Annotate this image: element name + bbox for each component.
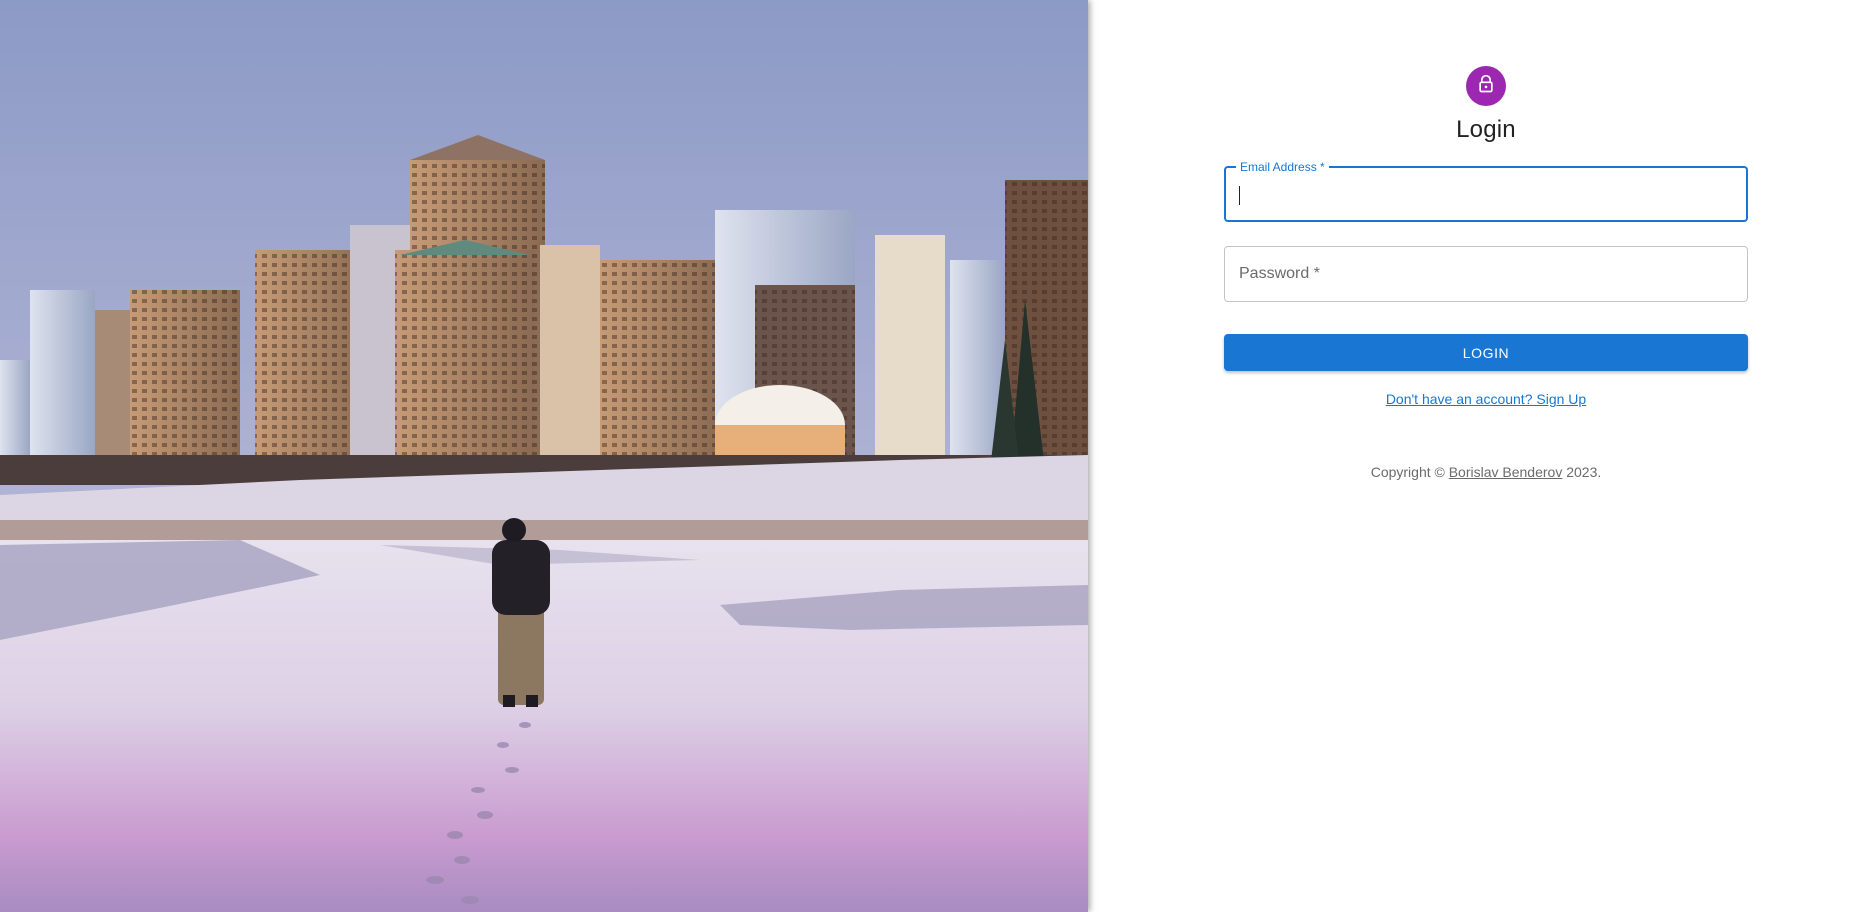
- hero-image: [0, 0, 1088, 912]
- copyright-prefix: Copyright ©: [1370, 464, 1449, 480]
- password-field[interactable]: Password *: [1224, 246, 1748, 302]
- page-title: Login: [1456, 116, 1516, 143]
- login-form: Login Email Address * Password * LOGIN D…: [1224, 66, 1748, 480]
- text-caret: [1239, 186, 1240, 205]
- signup-link[interactable]: Don't have an account? Sign Up: [1386, 391, 1586, 407]
- lock-icon: [1476, 74, 1496, 99]
- copyright-suffix: 2023.: [1562, 464, 1602, 480]
- city-skyline-illustration: [0, 0, 1088, 912]
- password-input[interactable]: [1225, 247, 1747, 301]
- email-input[interactable]: [1226, 168, 1746, 220]
- copyright: Copyright © Borislav Benderov 2023.: [1371, 464, 1602, 480]
- avatar: [1466, 66, 1506, 106]
- login-button[interactable]: LOGIN: [1224, 334, 1748, 371]
- login-panel: Login Email Address * Password * LOGIN D…: [1088, 0, 1868, 912]
- email-field[interactable]: Email Address *: [1224, 160, 1748, 222]
- login-page: Login Email Address * Password * LOGIN D…: [0, 0, 1868, 912]
- author-link[interactable]: Borislav Benderov: [1449, 464, 1563, 480]
